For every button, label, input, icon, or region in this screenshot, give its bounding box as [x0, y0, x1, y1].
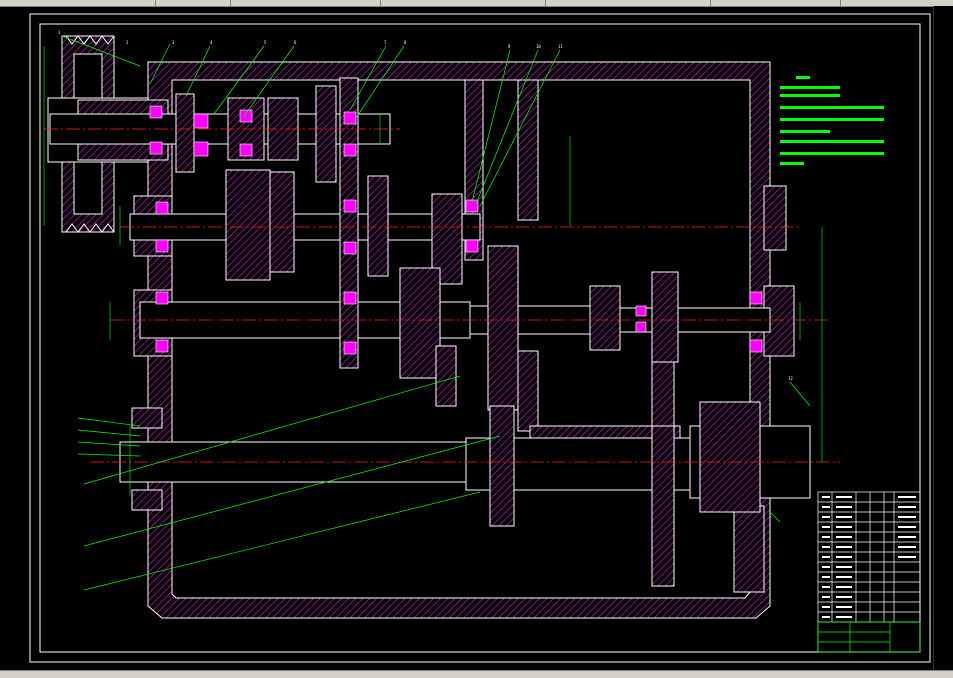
callout-12: 12 [788, 376, 793, 381]
callout-7: 7 [384, 40, 387, 45]
callout-6: 6 [294, 40, 297, 45]
callout-2: 2 [126, 40, 129, 45]
callout-3: 3 [172, 40, 175, 45]
callout-9: 9 [508, 44, 511, 49]
callout-11: 11 [558, 44, 563, 49]
callout-8: 8 [404, 40, 407, 45]
callout-5: 5 [264, 40, 267, 45]
title-block [817, 491, 921, 653]
technical-notes [780, 76, 884, 165]
cad-drawing-canvas[interactable]: 1 2 3 4 5 6 7 8 9 10 11 12 [0, 6, 933, 670]
callout-4: 4 [210, 40, 213, 45]
callout-10: 10 [536, 44, 541, 49]
vertical-scrollbar[interactable] [933, 6, 953, 670]
callout-1: 1 [58, 30, 61, 35]
